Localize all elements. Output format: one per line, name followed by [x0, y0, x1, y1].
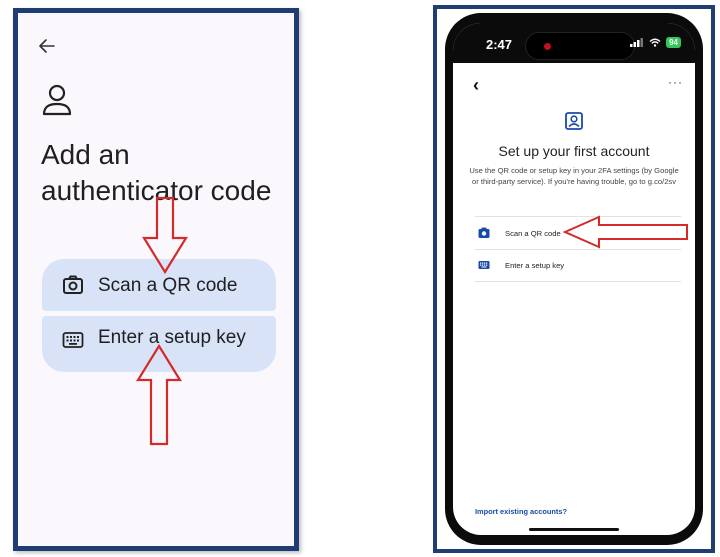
red-up-arrow-annotation — [136, 344, 182, 446]
scan-qr-code-label: Scan a QR code — [98, 274, 238, 296]
keyboard-icon — [62, 332, 84, 348]
import-existing-accounts-link[interactable]: Import existing accounts? — [475, 507, 567, 516]
dynamic-island — [525, 32, 635, 60]
back-chevron-icon[interactable]: ‹ — [473, 75, 479, 96]
camera-icon — [63, 275, 83, 294]
scan-qr-code-label: Scan a QR code — [505, 228, 561, 238]
status-icons: 94 — [630, 37, 681, 48]
iphone-screenshot: 2:47 94 ‹ ··· Set up your first account … — [433, 5, 715, 553]
battery-indicator: 94 — [666, 37, 681, 48]
enter-setup-key-label: Enter a setup key — [505, 260, 565, 270]
status-bar: 2:47 94 — [453, 23, 695, 63]
phone-screen: 2:47 94 ‹ ··· Set up your first account … — [453, 23, 695, 535]
red-left-arrow-annotation — [563, 215, 688, 249]
account-icon — [565, 112, 583, 130]
phone-bezel: 2:47 94 ‹ ··· Set up your first account … — [445, 13, 703, 545]
person-icon — [42, 84, 72, 116]
status-time: 2:47 — [486, 37, 513, 52]
recording-dot-icon — [544, 43, 551, 50]
android-screenshot: Add an authenticator code Scan a QR code… — [13, 8, 299, 551]
wifi-icon — [649, 38, 661, 47]
red-down-arrow-annotation — [142, 196, 188, 275]
camera-icon — [478, 227, 490, 238]
enter-setup-key-option[interactable]: Enter a setup key — [475, 249, 681, 282]
more-menu-icon[interactable]: ··· — [668, 75, 683, 89]
signal-icon — [630, 38, 644, 47]
page-description: Use the QR code or setup key in your 2FA… — [469, 166, 679, 186]
page-title: Set up your first account — [498, 143, 650, 159]
home-indicator — [529, 528, 619, 531]
keyboard-icon — [478, 261, 490, 269]
back-arrow-icon[interactable] — [36, 35, 58, 57]
